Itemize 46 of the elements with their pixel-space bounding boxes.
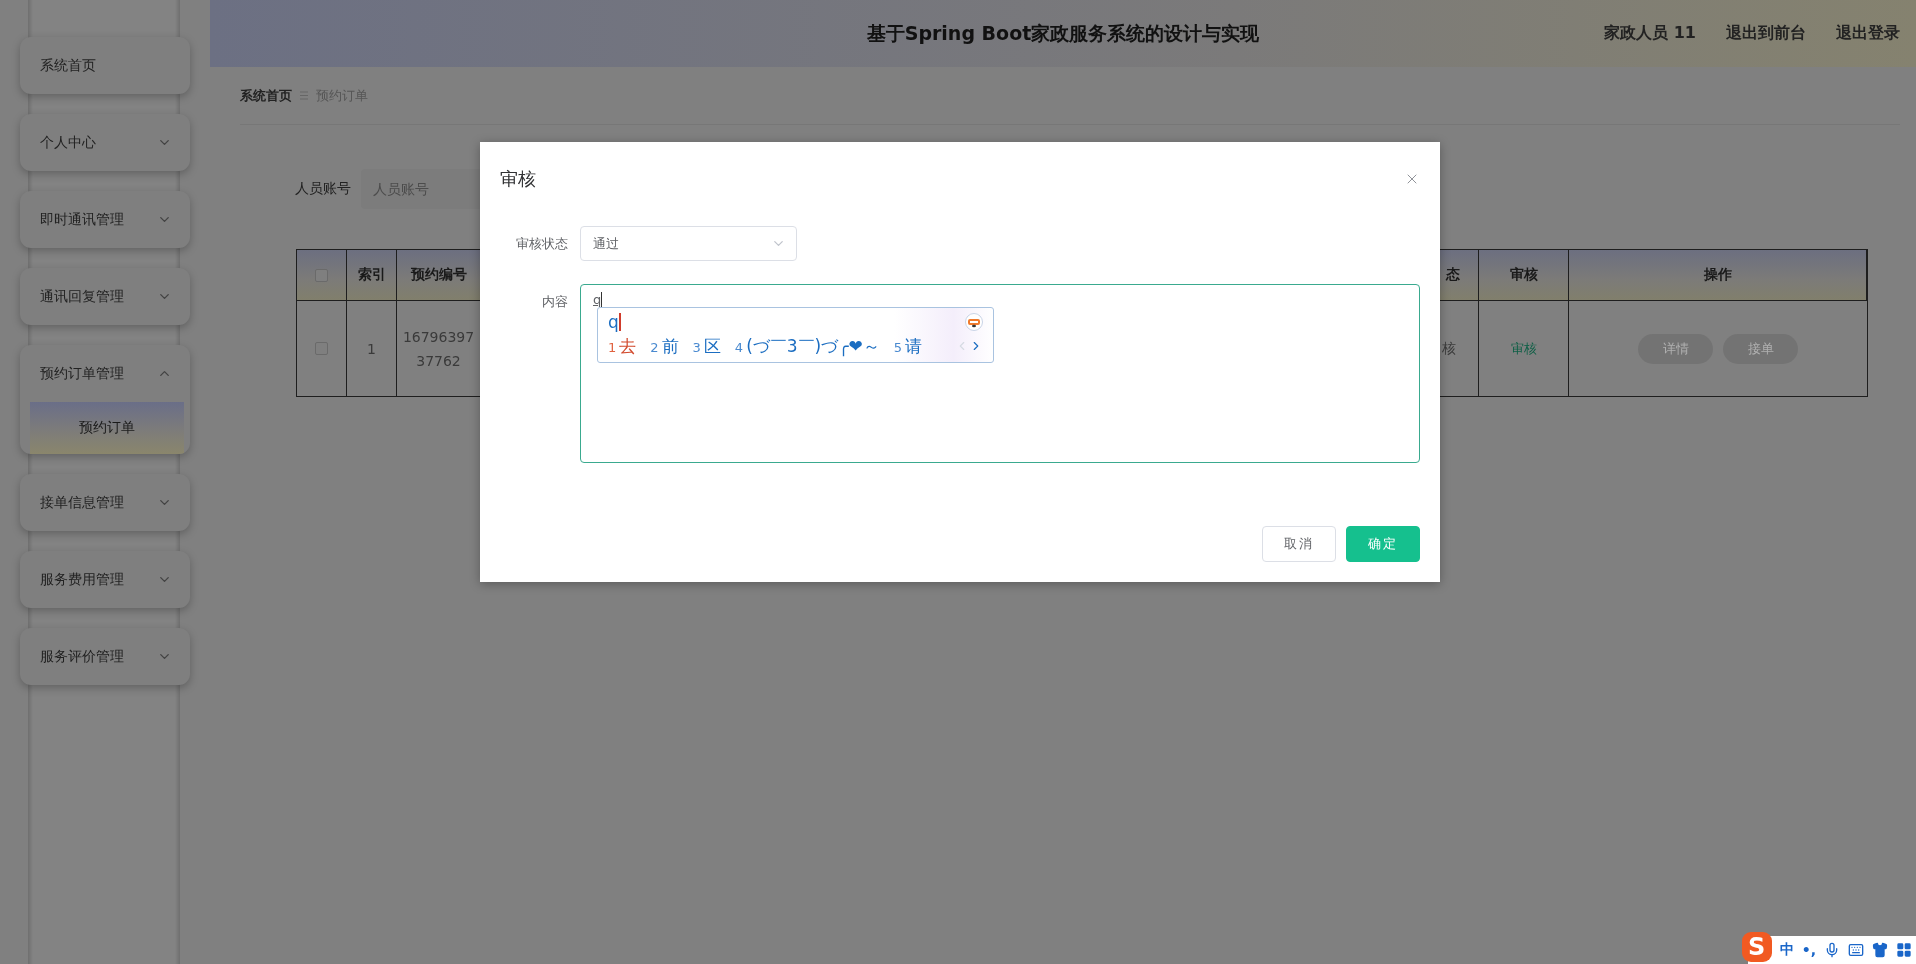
field-label: 内容	[541, 293, 569, 311]
mascot-icon[interactable]	[965, 313, 983, 331]
table-cell-text: 1	[367, 340, 376, 357]
table-header-cell: 索引	[347, 250, 397, 300]
grid-icon[interactable]	[1896, 942, 1912, 958]
header-link[interactable]: 退出登录	[1836, 23, 1900, 44]
table-header-cell: 预约编号	[397, 250, 481, 300]
sidebar-item[interactable]: 系统首页	[20, 37, 190, 94]
ime-candidate[interactable]: 2 前	[650, 334, 679, 358]
ime-candidate[interactable]: 5 请	[893, 334, 922, 358]
header-link[interactable]: 家政人员 11	[1604, 23, 1696, 44]
sidebar-item[interactable]: 服务费用管理	[20, 551, 190, 608]
table-cell-text: 1679639737762	[402, 327, 475, 371]
confirm-button[interactable]: 确定	[1346, 526, 1420, 562]
ime-candidate[interactable]: 4 (づ￣3￣)づ╭❤～	[734, 334, 880, 358]
dialog-title: 审核	[500, 167, 536, 191]
shirt-icon[interactable]	[1872, 942, 1888, 958]
table-header-cell: 操作	[1569, 250, 1867, 300]
field-label: 审核状态	[515, 235, 569, 253]
ime-candidate[interactable]: 3 区	[692, 334, 721, 358]
sidebar-item[interactable]: 通讯回复管理	[20, 268, 190, 325]
header-link[interactable]: 退出到前台	[1726, 23, 1806, 44]
submenu-item[interactable]: 预约订单	[30, 402, 184, 454]
sidebar-item[interactable]: 即时通讯管理	[20, 191, 190, 248]
punctuation-mode[interactable]: •,	[1801, 942, 1816, 958]
keyboard-icon[interactable]	[1848, 942, 1864, 958]
content-textarea[interactable]: q q 1 去 2 前 3 区 4 (づ￣3￣)づ╭❤～ 5 请	[580, 284, 1420, 463]
status-select[interactable]: 通过	[580, 226, 797, 261]
ime-candidate[interactable]: 1 去	[608, 334, 637, 358]
search-label: 人员账号	[295, 180, 351, 198]
sidebar-item[interactable]: 接单信息管理	[20, 474, 190, 531]
ime-composition: q	[608, 313, 621, 331]
sidebar-item[interactable]: 服务评价管理	[20, 628, 190, 685]
input-mode[interactable]: 中	[1779, 941, 1794, 959]
page-title: 基于Spring Boot家政服务系统的设计与实现	[866, 21, 1260, 44]
action-button[interactable]: 详情	[1638, 333, 1713, 364]
action-button[interactable]: 接单	[1723, 333, 1798, 364]
microphone-icon[interactable]	[1824, 942, 1840, 958]
sidebar-item[interactable]: 个人中心	[20, 114, 190, 171]
cancel-button[interactable]: 取消	[1262, 526, 1336, 562]
separator-icon	[300, 91, 308, 100]
ime-logo[interactable]: S	[1741, 932, 1772, 962]
table-cell-text: 核	[1442, 339, 1456, 358]
sidebar-item[interactable]: 预约订单管理	[20, 345, 190, 402]
table-header-cell: 审核	[1479, 250, 1569, 300]
breadcrumb-link[interactable]: 系统首页	[240, 86, 292, 105]
